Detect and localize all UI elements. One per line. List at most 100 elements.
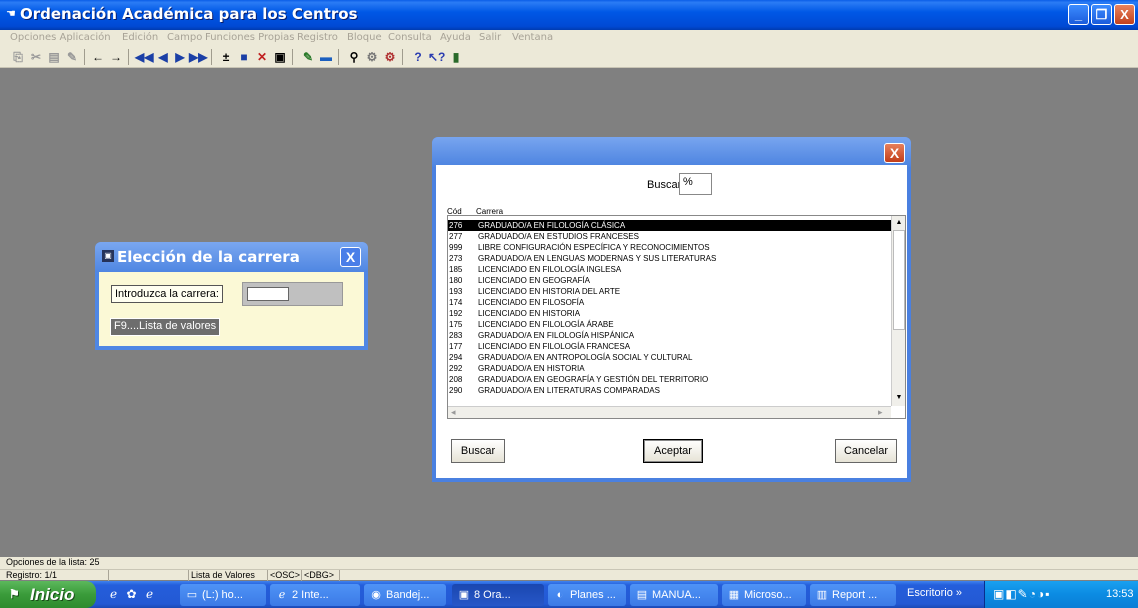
item-carrera: LICENCIADO EN FILOLOGÍA ÁRABE — [478, 320, 614, 329]
tray-icons[interactable]: ▣◧✎◔◑▪ — [993, 587, 1050, 601]
item-cod: 277 — [449, 232, 463, 241]
previous-record-icon[interactable]: ◀ — [155, 49, 171, 65]
quicklaunch-desktop-icon[interactable]: ✿ — [124, 587, 139, 602]
mail-icon: ◉ — [371, 589, 381, 601]
scroll-left-icon[interactable]: ◂ — [451, 407, 456, 418]
folder-icon: ▭ — [186, 589, 198, 601]
context-help-icon[interactable]: ↖? — [428, 49, 445, 65]
list-item[interactable]: 177 LICENCIADO EN FILOLOGÍA FRANCESA — [448, 341, 891, 352]
task-report[interactable]: ▥ Report ... — [810, 584, 896, 606]
f9-lista-valores-hint[interactable]: F9....Lista de valores — [110, 318, 221, 336]
forward-icon[interactable]: → — [108, 49, 124, 65]
carrera-list[interactable]: 276 GRADUADO/A EN FILOLOGÍA CLÁSICA 277 GRA… — [447, 215, 906, 419]
escritorio-toolbar[interactable]: Escritorio » — [907, 587, 962, 599]
menu-registro[interactable]: Registro — [297, 32, 338, 43]
next-record-icon[interactable]: ▶ — [172, 49, 188, 65]
list-item[interactable]: 277 GRADUADO/A EN ESTUDIOS FRANCESES — [448, 231, 891, 242]
task-label: MANUA... — [652, 589, 701, 601]
menu-edicion[interactable]: Edición — [122, 32, 158, 43]
minimize-button[interactable]: _ — [1068, 4, 1089, 25]
scroll-right-icon[interactable]: ▸ — [878, 407, 883, 418]
menu-opciones-aplicacion[interactable]: Opciones Aplicación — [10, 32, 111, 43]
task-oracle[interactable]: ▣ 8 Ora... — [452, 584, 544, 606]
paste-icon[interactable]: ▤ — [46, 49, 62, 65]
item-cod: 276 — [449, 221, 463, 230]
close-button[interactable]: X — [1114, 4, 1135, 25]
list-item[interactable]: 292 GRADUADO/A EN HISTORIA — [448, 363, 891, 374]
menu-ventana[interactable]: Ventana — [512, 32, 553, 43]
toolbar-separator — [338, 49, 339, 65]
task-manual[interactable]: ▤ MANUA... — [630, 584, 718, 606]
exit-icon[interactable]: ▮ — [448, 49, 464, 65]
quicklaunch-browser-icon[interactable]: ℯ — [142, 587, 157, 602]
first-record-icon[interactable]: ◀◀ — [135, 49, 153, 65]
item-cod: 174 — [449, 298, 463, 307]
duplicate-icon[interactable]: ▣ — [272, 49, 288, 65]
dialog-close-button[interactable]: X — [340, 247, 361, 267]
task-planes[interactable]: ◐ Planes ... — [548, 584, 626, 606]
list-item[interactable]: 175 LICENCIADO EN FILOLOGÍA ÁRABE — [448, 319, 891, 330]
vertical-scrollbar[interactable]: ▲ ▼ — [891, 216, 905, 406]
clear-icon[interactable]: ✎ — [64, 49, 80, 65]
task-internet[interactable]: ℯ 2 Inte... — [270, 584, 360, 606]
list-item[interactable]: 276 GRADUADO/A EN FILOLOGÍA CLÁSICA — [448, 220, 891, 231]
buscar-button[interactable]: Buscar — [451, 439, 505, 463]
item-cod: 180 — [449, 276, 463, 285]
list-item[interactable]: 283 GRADUADO/A EN FILOLOGÍA HISPÁNICA — [448, 330, 891, 341]
copy-icon[interactable]: ⎘ — [10, 49, 26, 65]
menu-consulta[interactable]: Consulta — [388, 32, 432, 43]
execute-query-icon[interactable]: ⚙ — [364, 49, 380, 65]
delete-record-icon[interactable]: ✕ — [254, 49, 270, 65]
edit-icon[interactable]: ✎ — [300, 49, 316, 65]
list-item[interactable]: 185 LICENCIADO EN FILOLOGÍA INGLESA — [448, 264, 891, 275]
list-item[interactable]: 192 LICENCIADO EN HISTORIA — [448, 308, 891, 319]
eleccion-carrera-dialog: ▣ Elección de la carrera X Introduzca la… — [95, 242, 368, 350]
last-record-icon[interactable]: ▶▶ — [189, 49, 207, 65]
quicklaunch-ie-icon[interactable]: ℯ — [106, 587, 121, 602]
scroll-thumb[interactable] — [893, 230, 905, 330]
menu-bloque[interactable]: Bloque — [347, 32, 382, 43]
task-bandeja[interactable]: ◉ Bandej... — [364, 584, 446, 606]
list-item[interactable]: 999 LIBRE CONFIGURACIÓN ESPECÍFICA Y RECO… — [448, 242, 891, 253]
cut-icon[interactable]: ✂ — [28, 49, 44, 65]
list-item[interactable]: 193 LICENCIADO EN HISTORIA DEL ARTE — [448, 286, 891, 297]
scroll-up-icon[interactable]: ▲ — [893, 217, 905, 229]
query-icon[interactable]: ⚲ — [346, 49, 362, 65]
item-cod: 192 — [449, 309, 463, 318]
item-cod: 273 — [449, 254, 463, 263]
back-icon[interactable]: ← — [90, 49, 106, 65]
cancelar-button[interactable]: Cancelar — [835, 439, 897, 463]
list-options-count: Opciones de la lista: 25 — [6, 557, 100, 567]
list-item[interactable]: 180 LICENCIADO EN GEOGRAFÍA — [448, 275, 891, 286]
menu-funciones-propias[interactable]: Funciones Propias — [205, 32, 294, 43]
menu-ayuda[interactable]: Ayuda — [440, 32, 471, 43]
taskbar: ⚑ Inicio ℯ ✿ ℯ ▭ (L:) ho... ℯ 2 Inte... ◉ B… — [0, 581, 1138, 608]
scroll-down-icon[interactable]: ▼ — [893, 392, 905, 404]
save-icon[interactable]: ■ — [236, 49, 252, 65]
display-icon[interactable]: ▬ — [318, 49, 334, 65]
status-line: Opciones de la lista: 25 — [0, 557, 1138, 569]
item-carrera: GRADUADO/A EN FILOLOGÍA HISPÁNICA — [478, 331, 635, 340]
task-microsoft[interactable]: ▦ Microso... — [722, 584, 806, 606]
insert-record-icon[interactable]: ± — [218, 49, 234, 65]
cancel-query-icon[interactable]: ⚙ — [382, 49, 398, 65]
list-item[interactable]: 294 GRADUADO/A EN ANTROPOLOGÍA SOCIAL Y C… — [448, 352, 891, 363]
task-l-drive[interactable]: ▭ (L:) ho... — [180, 584, 266, 606]
item-carrera: GRADUADO/A EN LITERATURAS COMPARADAS — [478, 386, 660, 395]
help-icon[interactable]: ? — [410, 49, 426, 65]
start-button[interactable]: ⚑ Inicio — [0, 581, 96, 608]
carrera-input[interactable] — [247, 287, 289, 301]
search-input[interactable]: % — [679, 173, 712, 195]
lov-close-button[interactable]: X — [884, 143, 905, 163]
menu-campo[interactable]: Campo — [167, 32, 202, 43]
aceptar-button[interactable]: Aceptar — [643, 439, 703, 463]
list-item[interactable]: 174 LICENCIADO EN FILOSOFÍA — [448, 297, 891, 308]
horizontal-scrollbar[interactable]: ◂ ▸ — [448, 406, 891, 418]
list-item[interactable]: 290 GRADUADO/A EN LITERATURAS COMPARADAS — [448, 385, 891, 396]
list-item[interactable]: 273 GRADUADO/A EN LENGUAS MODERNAS Y SUS … — [448, 253, 891, 264]
carrera-field-container — [242, 282, 343, 306]
menu-salir[interactable]: Salir — [479, 32, 501, 43]
maximize-button[interactable]: ❐ — [1091, 4, 1112, 25]
toolbar-separator — [402, 49, 403, 65]
list-item[interactable]: 208 GRADUADO/A EN GEOGRAFÍA Y GESTIÓN DEL… — [448, 374, 891, 385]
